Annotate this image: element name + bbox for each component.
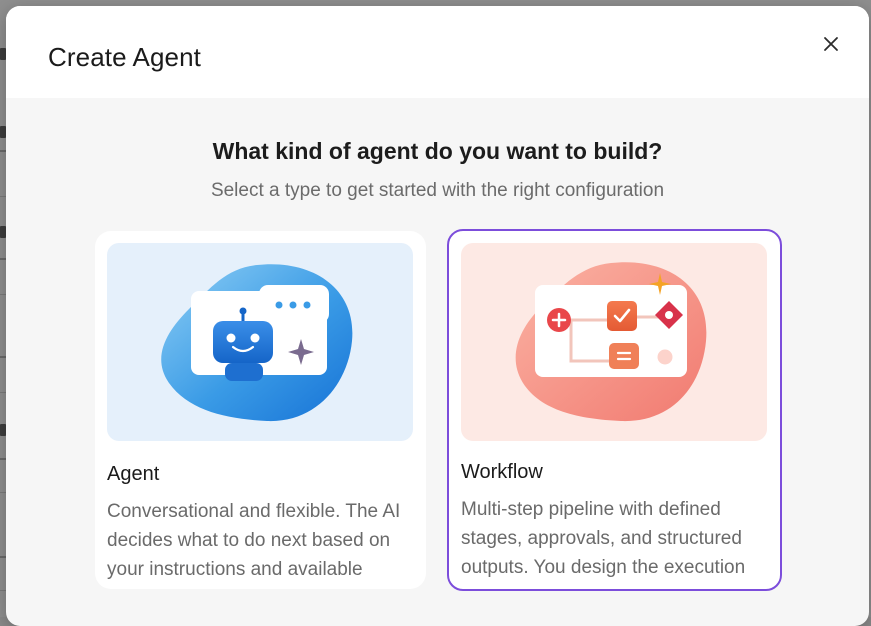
create-agent-dialog: Create Agent What kind of agent do you w… (6, 6, 869, 626)
workflow-illustration (461, 243, 767, 441)
option-card-agent[interactable]: Agent Conversational and flexible. The A… (95, 231, 426, 589)
option-title: Workflow (461, 461, 543, 483)
prompt-heading: What kind of agent do you want to build? (212, 138, 663, 164)
prompt-subheading: Select a type to get started with the ri… (210, 180, 665, 201)
dialog-title: Create Agent (48, 42, 201, 72)
dialog-header: Create Agent (6, 6, 869, 98)
robot-chat-icon (161, 264, 353, 422)
workflow-steps-icon (515, 262, 707, 422)
option-title: Agent (107, 463, 160, 485)
agent-illustration (107, 243, 413, 441)
option-description: Multi-step pipeline with defined stages,… (461, 499, 746, 578)
close-icon (824, 37, 838, 51)
option-card-workflow[interactable]: Workflow Multi-step pipeline with define… (447, 229, 782, 591)
close-button[interactable] (817, 30, 845, 58)
option-description: Conversational and flexible. The AI deci… (107, 501, 401, 580)
